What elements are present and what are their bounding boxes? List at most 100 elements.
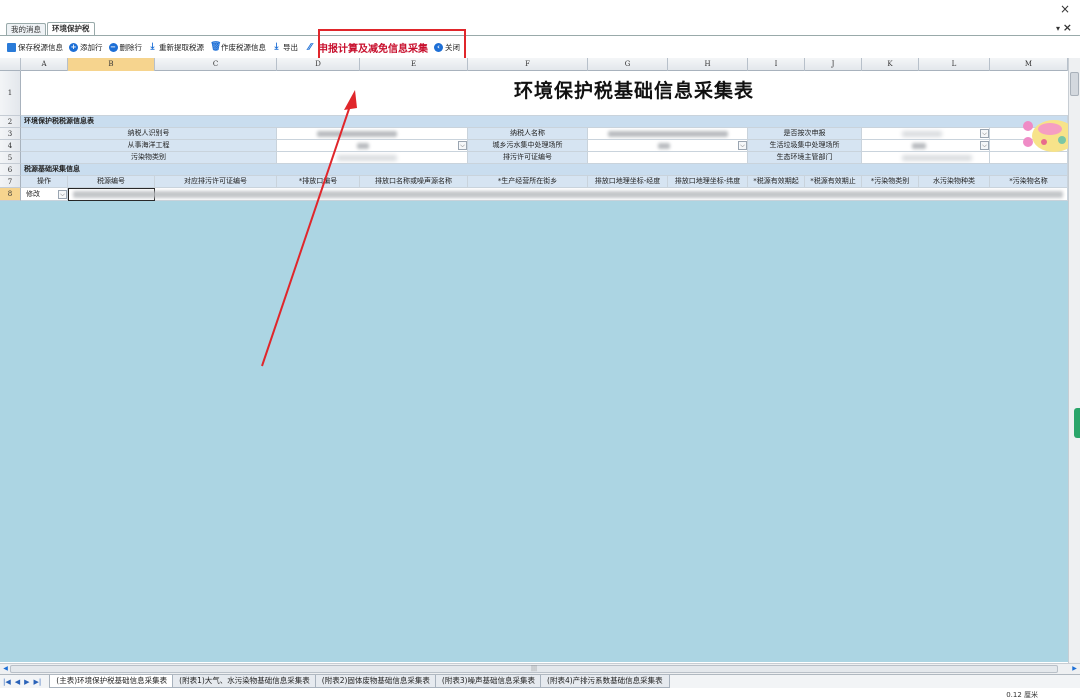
- tab-close-icon[interactable]: ×: [1063, 21, 1072, 34]
- tab-environment-tax[interactable]: 环境保护税: [47, 22, 95, 36]
- add-row-label: 添加行: [80, 42, 103, 52]
- pollutant-row: 污染物类别 排污许可证编号 生态环境主管部门: [21, 152, 1068, 164]
- taxpayer-id-field[interactable]: [277, 128, 468, 140]
- row-header[interactable]: 6: [0, 164, 21, 176]
- bottom-strip: 0.12 厘米: [0, 688, 1080, 699]
- pollutant-type-label: 污染物类别: [21, 152, 277, 164]
- last-sheet-icon[interactable]: ▶|: [34, 678, 42, 686]
- column-header[interactable]: B: [68, 58, 155, 71]
- header-cell: 操作: [21, 176, 68, 188]
- pollutant-type-field[interactable]: [277, 152, 468, 164]
- tab-bar: 我的消息 环境保护税: [6, 22, 96, 36]
- garbage-label: 生活垃圾集中处理场所: [748, 140, 862, 152]
- column-header[interactable]: F: [468, 58, 588, 71]
- column-header[interactable]: G: [588, 58, 668, 71]
- row-header[interactable]: 7: [0, 176, 21, 188]
- marine-row: 从事海洋工程 ⌵ 城乡污水集中处理场所 ⌵ 生活垃圾集中处理场所 ⌵: [21, 140, 1068, 152]
- header-cell: 税源编号: [68, 176, 155, 188]
- corner-cell[interactable]: [0, 58, 21, 71]
- section-header: 税源基础采集信息: [21, 164, 1068, 176]
- export-icon: ⤓: [274, 41, 279, 52]
- side-widget-handle[interactable]: [1074, 408, 1080, 438]
- taxpayer-row: 纳税人识别号 纳税人名称 是否按次申报 ⌵: [21, 128, 1068, 140]
- save-tax-source-button[interactable]: 保存税源信息: [4, 38, 66, 56]
- prev-sheet-icon[interactable]: ◀: [15, 678, 20, 686]
- export-button[interactable]: ⤓ 导出: [269, 38, 301, 56]
- chevron-down-icon[interactable]: ⌵: [738, 141, 747, 150]
- window-close-icon[interactable]: ×: [1058, 2, 1072, 16]
- sheet-tab-annex4[interactable]: (附表4)产排污系数基础信息采集表: [540, 675, 670, 688]
- sheet-tab-main[interactable]: (主表)环境保护税基础信息采集表: [49, 675, 175, 688]
- table-row[interactable]: 修改 ⌵: [21, 188, 1068, 201]
- add-row-button[interactable]: + 添加行: [66, 38, 106, 56]
- row-header[interactable]: 8: [0, 188, 21, 201]
- cartoon-sticker-icon: [1023, 120, 1068, 152]
- horizontal-scrollbar[interactable]: ◀ ||| ▶: [0, 663, 1080, 674]
- section-row: 税源基础采集信息: [21, 164, 1068, 176]
- sheet-tab-annex1[interactable]: (附表1)大气、水污染物基础信息采集表: [172, 675, 317, 688]
- tab-menu-icon[interactable]: ▾: [1056, 24, 1060, 33]
- calc-icon: ⁄⁄: [308, 41, 312, 53]
- row-header[interactable]: 1: [0, 71, 21, 116]
- sheet-tab-annex2[interactable]: (附表2)固体废物基础信息采集表: [314, 675, 437, 688]
- next-sheet-icon[interactable]: ▶: [24, 678, 29, 686]
- column-header[interactable]: H: [668, 58, 748, 71]
- permit-field[interactable]: [588, 152, 748, 164]
- taxpayer-name-field[interactable]: [588, 128, 748, 140]
- garbage-select[interactable]: ⌵: [862, 140, 990, 152]
- column-header[interactable]: D: [277, 58, 360, 71]
- redacted-value: [912, 143, 926, 149]
- operation-select[interactable]: 修改 ⌵: [21, 188, 68, 201]
- chevron-down-icon[interactable]: ⌵: [980, 129, 989, 138]
- row-header[interactable]: 4: [0, 140, 21, 152]
- taxpayer-id-label: 纳税人识别号: [21, 128, 277, 140]
- vertical-scrollbar[interactable]: [1068, 58, 1080, 664]
- column-header[interactable]: E: [360, 58, 468, 71]
- void-button[interactable]: 🗑 作废税源信息: [207, 38, 269, 56]
- sheet-tab-annex3[interactable]: (附表3)噪声基础信息采集表: [434, 675, 543, 688]
- header-cell: *污染物类别: [862, 176, 919, 188]
- column-header[interactable]: K: [862, 58, 919, 71]
- download-icon: ⤓: [150, 41, 155, 52]
- delete-row-label: 删除行: [119, 42, 143, 52]
- refetch-button[interactable]: ⤓ 重新提取税源: [145, 38, 207, 56]
- row-header[interactable]: 2: [0, 116, 21, 128]
- horizontal-scroll-thumb[interactable]: |||: [10, 665, 1058, 673]
- toolbar: 保存税源信息 + 添加行 − 删除行 ⤓ 重新提取税源 🗑 作废税源信息 ⤓ 导…: [0, 37, 1080, 57]
- header-cell: 排放口地理坐标-纬度: [668, 176, 748, 188]
- eco-dept-field[interactable]: [862, 152, 990, 164]
- redacted-value: [317, 131, 397, 137]
- permit-label: 排污许可证编号: [468, 152, 588, 164]
- column-header[interactable]: A: [21, 58, 68, 71]
- row-header[interactable]: 5: [0, 152, 21, 164]
- column-header[interactable]: M: [990, 58, 1068, 71]
- scroll-left-icon[interactable]: ◀: [1, 665, 10, 673]
- marine-select[interactable]: ⌵: [277, 140, 468, 152]
- first-sheet-icon[interactable]: |◀: [3, 678, 11, 686]
- spreadsheet[interactable]: A B C D E F G H I J K L M 1 2 3 4 5 6 7 …: [0, 58, 1068, 662]
- chevron-down-icon[interactable]: ⌵: [980, 141, 989, 150]
- operation-value: 修改: [26, 190, 40, 198]
- vertical-scroll-thumb[interactable]: [1070, 72, 1079, 96]
- header-cell: 水污染物种类: [919, 176, 990, 188]
- save-label: 保存税源信息: [18, 42, 63, 52]
- plus-icon: +: [69, 42, 78, 52]
- column-header[interactable]: L: [919, 58, 990, 71]
- column-header[interactable]: C: [155, 58, 277, 71]
- column-header[interactable]: I: [748, 58, 805, 71]
- quarterly-select[interactable]: ⌵: [862, 128, 990, 140]
- chevron-down-icon[interactable]: ⌵: [58, 190, 67, 199]
- redacted-value: [902, 155, 972, 161]
- header-cell: 排放口地理坐标-经度: [588, 176, 668, 188]
- sewage-select[interactable]: ⌵: [588, 140, 748, 152]
- chevron-down-icon[interactable]: ⌵: [458, 141, 467, 150]
- save-icon: [7, 42, 16, 52]
- delete-row-button[interactable]: − 删除行: [106, 38, 146, 56]
- scroll-right-icon[interactable]: ▶: [1070, 665, 1079, 673]
- trash-icon: 🗑: [210, 41, 222, 52]
- refetch-label: 重新提取税源: [159, 42, 204, 52]
- column-header[interactable]: J: [805, 58, 862, 71]
- row-header[interactable]: 3: [0, 128, 21, 140]
- bottom-fragment: 0.12 厘米: [1006, 691, 1038, 699]
- void-label: 作废税源信息: [221, 42, 266, 52]
